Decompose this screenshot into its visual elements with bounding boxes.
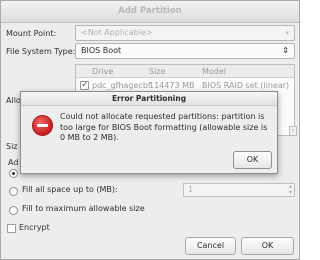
fill-up-to-radio[interactable] (9, 187, 18, 196)
fill-maximum-label: Fill to maximum allowable size (22, 204, 145, 213)
mount-point-value: <Not Applicable> (81, 28, 153, 37)
error-message: Could not allocate requested partitions:… (60, 112, 268, 142)
encrypt-label: Encrypt (19, 223, 50, 232)
fill-up-to-label: Fill all space up to (MB): (22, 185, 118, 194)
drive-checkbox[interactable] (80, 79, 89, 92)
size-label: Siz (6, 142, 18, 151)
error-icon (32, 115, 53, 136)
file-system-type-label: File System Type: (6, 47, 76, 56)
allowable-drives-label: Allo (6, 96, 21, 105)
file-system-type-combo[interactable]: BIOS Boot ⇕ (75, 43, 295, 59)
column-header-drive: Drive (92, 67, 114, 76)
ok-button[interactable]: OK (241, 237, 294, 255)
fill-up-to-spinbox[interactable]: 1 ▴ ▾ (183, 183, 295, 197)
column-header-model: Model (202, 67, 227, 76)
error-dialog-title: Error Partitioning (21, 92, 277, 106)
table-header: Drive Size Model (76, 65, 294, 78)
chevron-down-icon: ▾ (285, 29, 289, 37)
scroll-arrow-icon[interactable]: › (289, 126, 297, 136)
column-header-size: Size (149, 67, 166, 76)
error-ok-button[interactable]: OK (233, 151, 272, 169)
spin-arrows-icon: ▴ ▾ (288, 183, 292, 196)
mount-point-label: Mount Point: (6, 29, 57, 38)
cancel-button[interactable]: Cancel (185, 237, 236, 255)
mount-point-combo[interactable]: <Not Applicable> ▾ (75, 25, 295, 41)
dialog-title: Add Partition (1, 1, 299, 23)
file-system-type-value: BIOS Boot (81, 46, 122, 55)
additional-size-label: Ad (8, 158, 19, 167)
spin-value: 1 (188, 185, 194, 194)
chevron-updown-icon: ⇕ (282, 46, 289, 55)
fill-maximum-radio[interactable] (9, 206, 18, 215)
encrypt-checkbox[interactable] (7, 224, 16, 233)
fixed-size-radio[interactable] (9, 169, 18, 178)
error-dialog: Error Partitioning Could not allocate re… (20, 91, 278, 174)
